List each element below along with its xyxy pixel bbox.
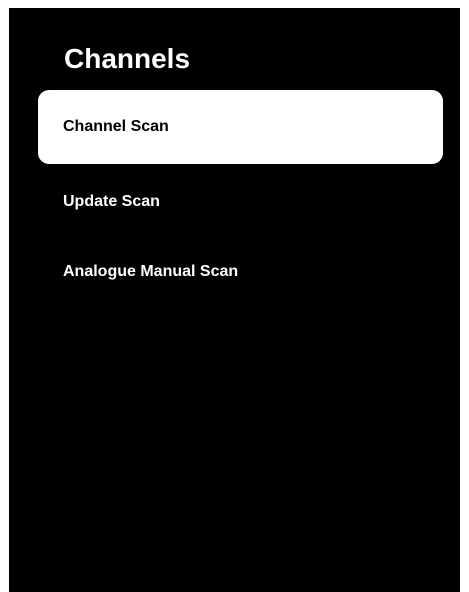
menu-item-channel-scan[interactable]: Channel Scan <box>38 90 443 164</box>
menu-item-label: Channel Scan <box>63 118 169 135</box>
menu-item-label: Update Scan <box>63 193 160 210</box>
tv-menu-screen: Channels Channel Scan Update Scan Analog… <box>9 8 460 592</box>
menu-item-analogue-manual-scan[interactable]: Analogue Manual Scan <box>38 235 443 309</box>
menu-item-update-scan[interactable]: Update Scan <box>38 165 443 239</box>
menu-item-label: Analogue Manual Scan <box>63 263 239 280</box>
channels-menu: Channel Scan Update Scan Analogue Manual… <box>9 8 460 592</box>
